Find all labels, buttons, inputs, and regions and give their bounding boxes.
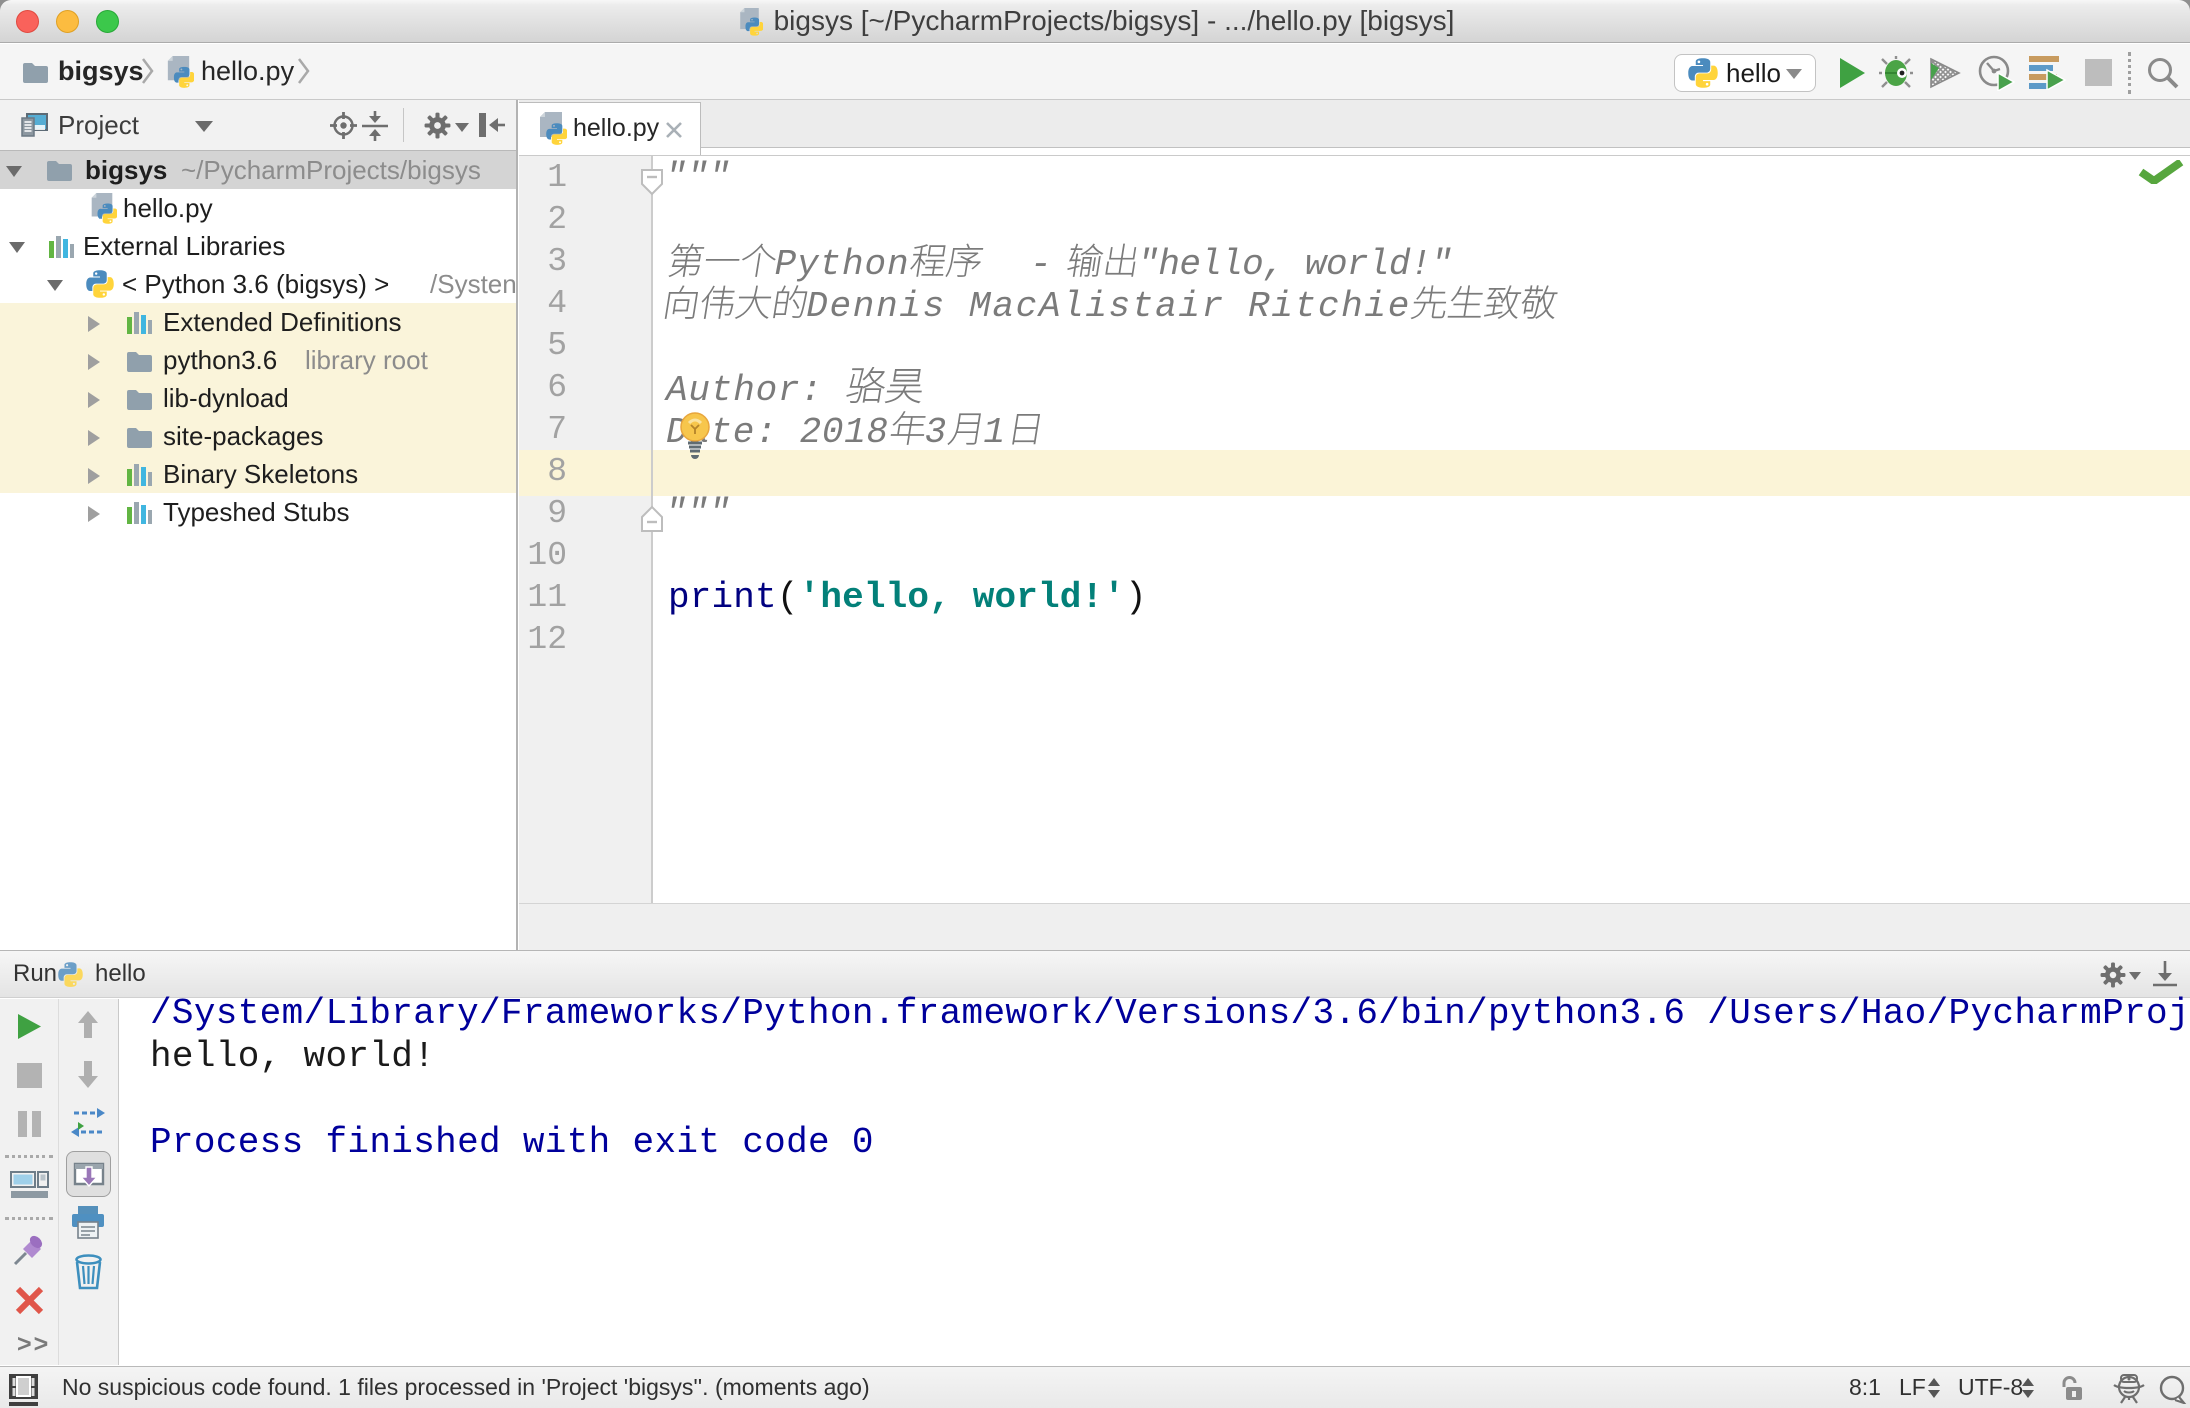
- svg-text:"hello, world!": "hello, world!": [1137, 244, 1452, 283]
- svg-text:Author:: Author:: [664, 370, 822, 409]
- svg-text:Dennis MacAlistair Ritchie: Dennis MacAlistair Ritchie: [806, 286, 1409, 325]
- svg-text:Python: Python: [775, 244, 909, 283]
- svg-text:1: 1: [983, 412, 1005, 451]
- svg-text:3: 3: [925, 412, 947, 451]
- svg-text:-: -: [1030, 244, 1052, 283]
